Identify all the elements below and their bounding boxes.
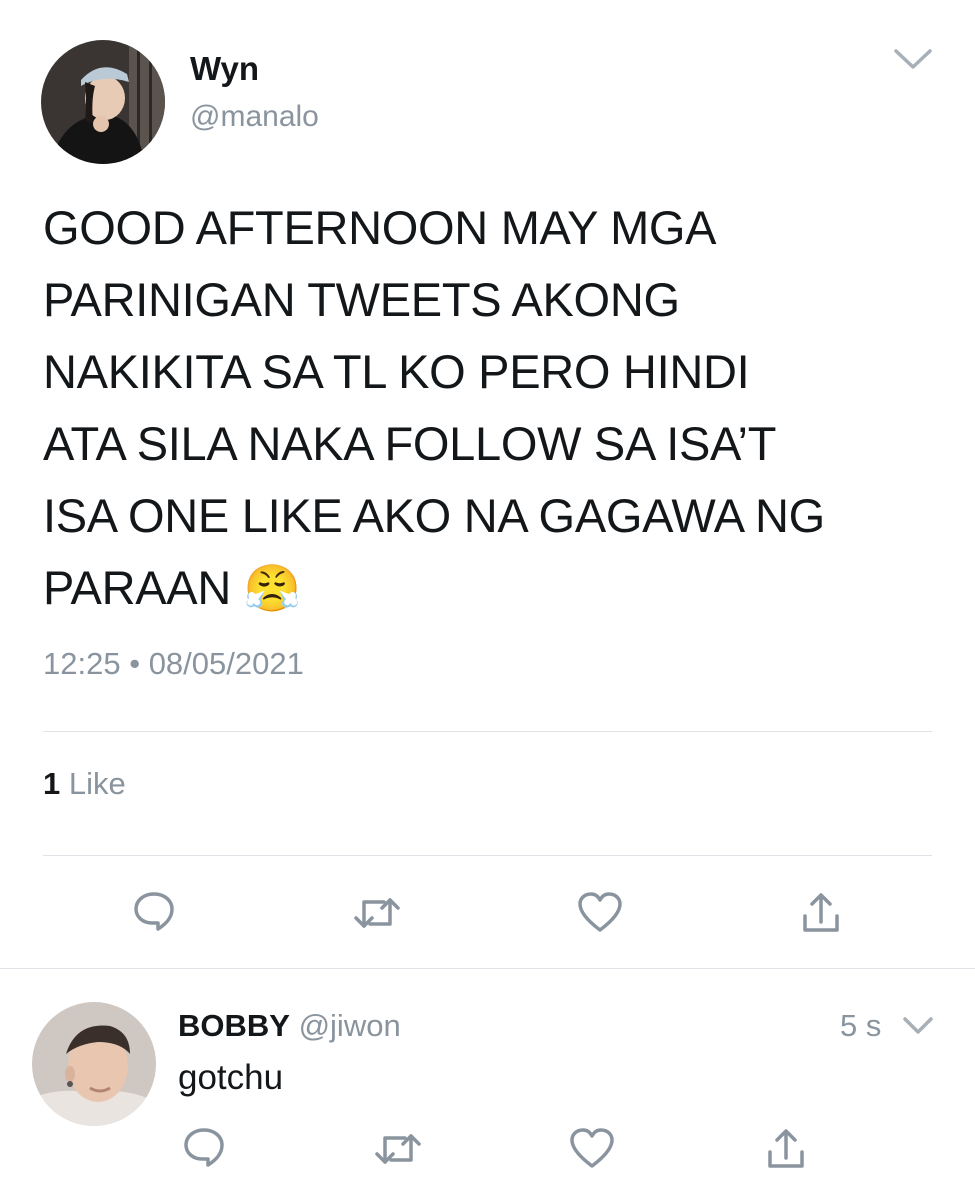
timestamp-separator: •: [129, 646, 141, 681]
share-icon[interactable]: [801, 890, 841, 934]
chevron-down-icon[interactable]: [902, 1015, 934, 1037]
tweet-text-line: PARAAN 😤: [43, 552, 943, 624]
likes-count-link[interactable]: 1 Like: [43, 766, 126, 802]
divider: [43, 731, 932, 732]
tweet-text: GOOD AFTERNOON MAY MGA PARINIGAN TWEETS …: [43, 192, 943, 624]
retweet-icon[interactable]: [373, 1128, 423, 1170]
share-icon[interactable]: [766, 1126, 806, 1170]
tweet-text-line-last: PARAAN: [43, 561, 231, 614]
likes-label: Like: [68, 766, 126, 801]
like-icon[interactable]: [576, 890, 624, 934]
author-display-name[interactable]: Wyn: [190, 50, 259, 88]
reply-text: gotchu: [178, 1058, 284, 1097]
tweet-text-line: ISA ONE LIKE AKO NA GAGAWA NG: [43, 489, 825, 542]
reply-author-handle: @jiwon: [298, 1008, 401, 1043]
section-divider: [0, 968, 975, 969]
retweet-icon[interactable]: [352, 892, 402, 934]
tweet-text-line: ATA SILA NAKA FOLLOW SA ISA’T: [43, 417, 777, 470]
tweet-timestamp: 12:25 • 08/05/2021: [43, 646, 304, 682]
reply-icon[interactable]: [181, 1124, 227, 1170]
tweet-date: 08/05/2021: [148, 646, 304, 681]
tweet-time: 12:25: [43, 646, 121, 681]
reply-author-avatar[interactable]: [32, 1002, 156, 1126]
reply-time-ago: 5 s: [840, 1008, 882, 1043]
reply-icon[interactable]: [131, 888, 177, 934]
reply-author[interactable]: BOBBY @jiwon: [178, 1008, 401, 1044]
divider: [43, 855, 932, 856]
author-avatar[interactable]: [41, 40, 165, 164]
chevron-down-icon[interactable]: [892, 46, 934, 72]
huffing-face-emoji: 😤: [243, 562, 301, 614]
reply-author-display-name: BOBBY: [178, 1008, 290, 1043]
likes-count: 1: [43, 766, 61, 801]
tweet-text-line: NAKIKITA SA TL KO PERO HINDI: [43, 345, 750, 398]
tweet-text-line: GOOD AFTERNOON MAY MGA: [43, 201, 717, 254]
author-handle[interactable]: @manalo: [190, 100, 319, 134]
tweet-text-line: PARINIGAN TWEETS AKONG: [43, 273, 680, 326]
like-icon[interactable]: [568, 1126, 616, 1170]
